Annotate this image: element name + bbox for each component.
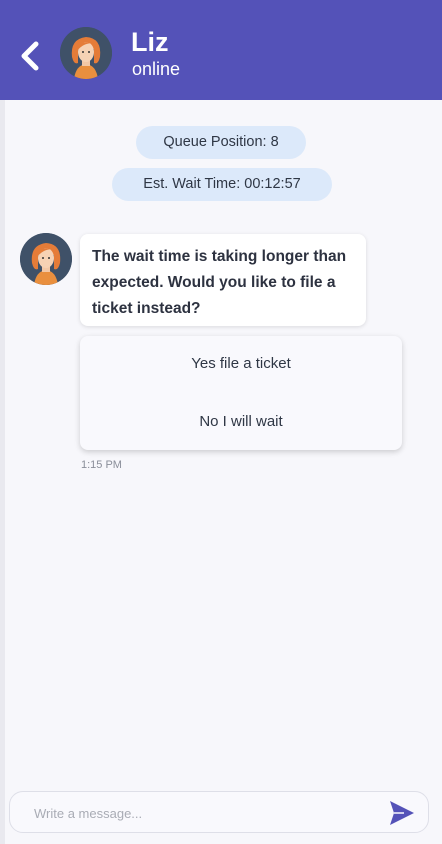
message-avatar [20,233,72,285]
agent-message-bubble: The wait time is taking longer than expe… [80,234,366,326]
chat-app: Liz online Queue Position: 8 Est. Wait T… [0,0,442,844]
quick-reply-options: Yes file a ticket No I will wait [80,336,402,450]
queue-position-badge: Queue Position: 8 [136,126,306,159]
agent-avatar[interactable] [60,27,112,79]
agent-status: online [132,59,181,79]
back-button[interactable] [16,38,46,74]
chat-header: Liz online [0,0,442,100]
send-icon [390,801,414,825]
send-button[interactable] [387,798,417,828]
message-timestamp: 1:15 PM [81,459,122,471]
agent-name: Liz [131,27,169,57]
wait-time-badge: Est. Wait Time: 00:12:57 [112,168,332,201]
message-input[interactable] [32,800,376,826]
left-border [0,100,5,844]
message-composer [9,791,429,833]
option-file-ticket-button[interactable]: Yes file a ticket [80,344,402,384]
chevron-left-icon [21,41,39,71]
option-wait-button[interactable]: No I will wait [80,402,402,442]
